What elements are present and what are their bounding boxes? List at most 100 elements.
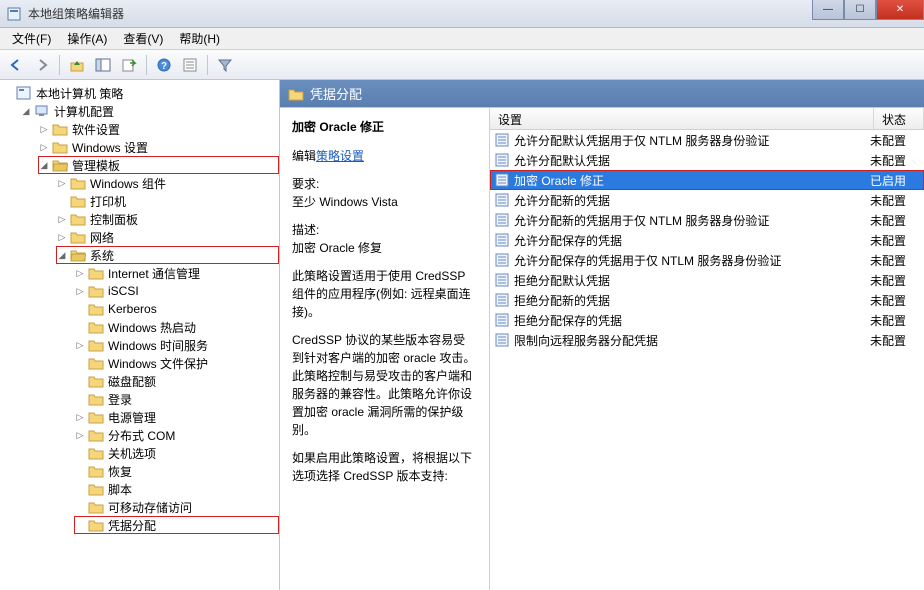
list-row[interactable]: 允许分配新的凭据 未配置 — [490, 190, 924, 210]
tree-cred-delegation[interactable]: 凭据分配 — [74, 516, 279, 534]
expand-icon[interactable]: ▷ — [74, 339, 86, 351]
tree-network[interactable]: ▷网络 — [56, 228, 279, 246]
close-button[interactable]: ✕ — [876, 0, 924, 20]
folder-open-icon — [70, 248, 86, 262]
folder-icon — [88, 356, 104, 370]
expand-icon[interactable]: ▷ — [74, 267, 86, 279]
tree-pane[interactable]: 本地计算机 策略 ◢ 计算机配置 ▷软件设置 ▷Windows 设置 ◢管理模板… — [0, 80, 280, 590]
menu-file[interactable]: 文件(F) — [4, 27, 59, 50]
folder-icon — [88, 284, 104, 298]
detail-pane: 加密 Oracle 修正 编辑策略设置 要求: 至少 Windows Vista… — [280, 108, 490, 590]
tree-recovery[interactable]: 恢复 — [74, 462, 279, 480]
properties-button[interactable] — [178, 53, 202, 77]
list-cell-setting: 拒绝分配新的凭据 — [514, 292, 870, 309]
list-row[interactable]: 加密 Oracle 修正 已启用 — [490, 170, 924, 190]
list-row[interactable]: 限制向远程服务器分配凭据 未配置 — [490, 330, 924, 350]
column-state[interactable]: 状态 — [874, 108, 924, 129]
folder-icon — [52, 122, 68, 136]
tree-computer-config[interactable]: ◢ 计算机配置 — [20, 102, 279, 120]
policy-item-icon — [494, 292, 510, 308]
tree-kerberos[interactable]: Kerberos — [74, 300, 279, 318]
folder-open-icon — [52, 158, 68, 172]
column-setting[interactable]: 设置 — [490, 108, 874, 129]
menu-action[interactable]: 操作(A) — [59, 27, 115, 50]
filter-button[interactable] — [213, 53, 237, 77]
folder-icon — [88, 500, 104, 514]
description-para2: CredSSP 协议的某些版本容易受到针对客户端的加密 oracle 攻击。此策… — [292, 331, 477, 439]
list-cell-setting: 拒绝分配保存的凭据 — [514, 312, 870, 329]
list-cell-state: 未配置 — [870, 232, 920, 249]
tree-windows-components[interactable]: ▷Windows 组件 — [56, 174, 279, 192]
content-area: 本地计算机 策略 ◢ 计算机配置 ▷软件设置 ▷Windows 设置 ◢管理模板… — [0, 80, 924, 590]
list-row[interactable]: 允许分配新的凭据用于仅 NTLM 服务器身份验证 未配置 — [490, 210, 924, 230]
list-cell-state: 未配置 — [870, 272, 920, 289]
tree-disk-quota[interactable]: 磁盘配额 — [74, 372, 279, 390]
edit-prefix: 编辑 — [292, 149, 316, 163]
policy-item-icon — [494, 272, 510, 288]
list-cell-setting: 允许分配默认凭据 — [514, 152, 870, 169]
expand-icon[interactable]: ▷ — [38, 123, 50, 135]
right-header: 凭据分配 — [280, 80, 924, 108]
list-cell-setting: 允许分配默认凭据用于仅 NTLM 服务器身份验证 — [514, 132, 870, 149]
computer-icon — [34, 104, 50, 118]
expand-icon[interactable]: ▷ — [38, 141, 50, 153]
show-hide-tree-button[interactable] — [91, 53, 115, 77]
tree-removable-storage[interactable]: 可移动存储访问 — [74, 498, 279, 516]
expand-icon[interactable]: ▷ — [56, 231, 68, 243]
collapse-icon[interactable]: ◢ — [38, 159, 50, 171]
forward-button[interactable] — [30, 53, 54, 77]
folder-icon — [88, 320, 104, 334]
tree-windows-hotstart[interactable]: Windows 热启动 — [74, 318, 279, 336]
tree-control-panel[interactable]: ▷控制面板 — [56, 210, 279, 228]
expand-icon[interactable]: ▷ — [56, 177, 68, 189]
tree-shutdown-options[interactable]: 关机选项 — [74, 444, 279, 462]
menu-view[interactable]: 查看(V) — [115, 27, 171, 50]
tree-windows-settings[interactable]: ▷Windows 设置 — [38, 138, 279, 156]
list-row[interactable]: 拒绝分配默认凭据 未配置 — [490, 270, 924, 290]
list-row[interactable]: 允许分配保存的凭据 未配置 — [490, 230, 924, 250]
expand-icon[interactable]: ▷ — [74, 411, 86, 423]
collapse-icon[interactable]: ◢ — [56, 249, 68, 261]
tree-windows-time[interactable]: ▷Windows 时间服务 — [74, 336, 279, 354]
back-button[interactable] — [4, 53, 28, 77]
list-row[interactable]: 允许分配默认凭据 未配置 — [490, 150, 924, 170]
folder-icon — [288, 87, 304, 101]
export-button[interactable] — [117, 53, 141, 77]
tree-software-settings[interactable]: ▷软件设置 — [38, 120, 279, 138]
maximize-button[interactable]: ☐ — [844, 0, 876, 20]
collapse-icon[interactable]: ◢ — [20, 105, 32, 117]
tree-root[interactable]: 本地计算机 策略 — [2, 84, 279, 102]
tree-admin-templates[interactable]: ◢管理模板 — [38, 156, 279, 174]
app-icon — [6, 6, 22, 22]
tree-windows-file-protect[interactable]: Windows 文件保护 — [74, 354, 279, 372]
folder-icon — [88, 392, 104, 406]
policy-item-icon — [494, 332, 510, 348]
menu-help[interactable]: 帮助(H) — [171, 27, 228, 50]
help-button[interactable]: ? — [152, 53, 176, 77]
window-title: 本地组策略编辑器 — [28, 5, 124, 22]
list-row[interactable]: 拒绝分配保存的凭据 未配置 — [490, 310, 924, 330]
tree-power-mgmt[interactable]: ▷电源管理 — [74, 408, 279, 426]
tree-system[interactable]: ◢系统 — [56, 246, 279, 264]
up-level-button[interactable] — [65, 53, 89, 77]
edit-policy-link[interactable]: 策略设置 — [316, 149, 364, 163]
minimize-button[interactable]: — — [812, 0, 844, 20]
right-header-title: 凭据分配 — [310, 84, 362, 103]
expand-icon[interactable]: ▷ — [74, 429, 86, 441]
folder-icon — [70, 176, 86, 190]
tree-dcom[interactable]: ▷分布式 COM — [74, 426, 279, 444]
tree-printers[interactable]: 打印机 — [56, 192, 279, 210]
expand-icon[interactable]: ▷ — [56, 213, 68, 225]
list-row[interactable]: 允许分配默认凭据用于仅 NTLM 服务器身份验证 未配置 — [490, 130, 924, 150]
list-row[interactable]: 拒绝分配新的凭据 未配置 — [490, 290, 924, 310]
tree-internet-comm[interactable]: ▷Internet 通信管理 — [74, 264, 279, 282]
policy-item-icon — [494, 152, 510, 168]
list-cell-setting: 允许分配保存的凭据用于仅 NTLM 服务器身份验证 — [514, 252, 870, 269]
list-cell-state: 未配置 — [870, 212, 920, 229]
tree-iscsi[interactable]: ▷iSCSI — [74, 282, 279, 300]
tree-logon[interactable]: 登录 — [74, 390, 279, 408]
list-body[interactable]: 允许分配默认凭据用于仅 NTLM 服务器身份验证 未配置 允许分配默认凭据 未配… — [490, 130, 924, 590]
list-row[interactable]: 允许分配保存的凭据用于仅 NTLM 服务器身份验证 未配置 — [490, 250, 924, 270]
expand-icon[interactable]: ▷ — [74, 285, 86, 297]
tree-scripts[interactable]: 脚本 — [74, 480, 279, 498]
